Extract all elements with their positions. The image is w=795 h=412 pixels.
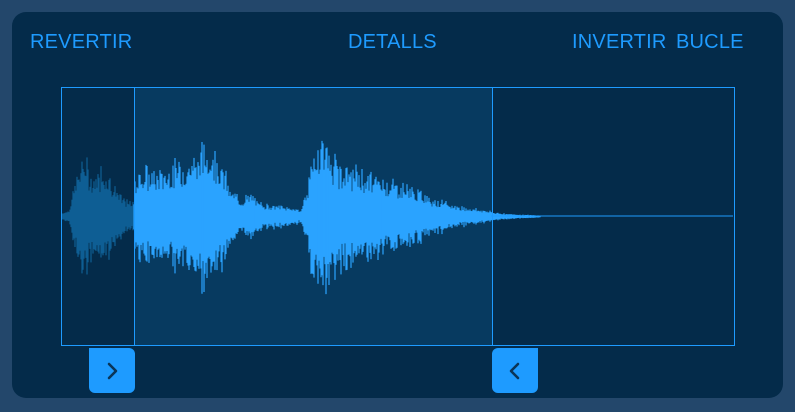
trim-end-line[interactable] (492, 87, 493, 346)
details-button[interactable]: DETALLS (348, 30, 437, 54)
chevron-left-icon (509, 362, 520, 379)
waveform-frame (61, 87, 735, 346)
trim-start-handle[interactable] (89, 348, 135, 393)
loop-button[interactable]: BUCLE (676, 30, 744, 54)
trim-start-line[interactable] (134, 87, 135, 346)
chevron-right-icon (107, 362, 118, 379)
trim-end-handle[interactable] (492, 348, 538, 393)
reverse-button[interactable]: INVERTIR (572, 30, 667, 54)
revert-button[interactable]: REVERTIR (30, 30, 132, 54)
waveform-editor[interactable] (61, 87, 735, 346)
